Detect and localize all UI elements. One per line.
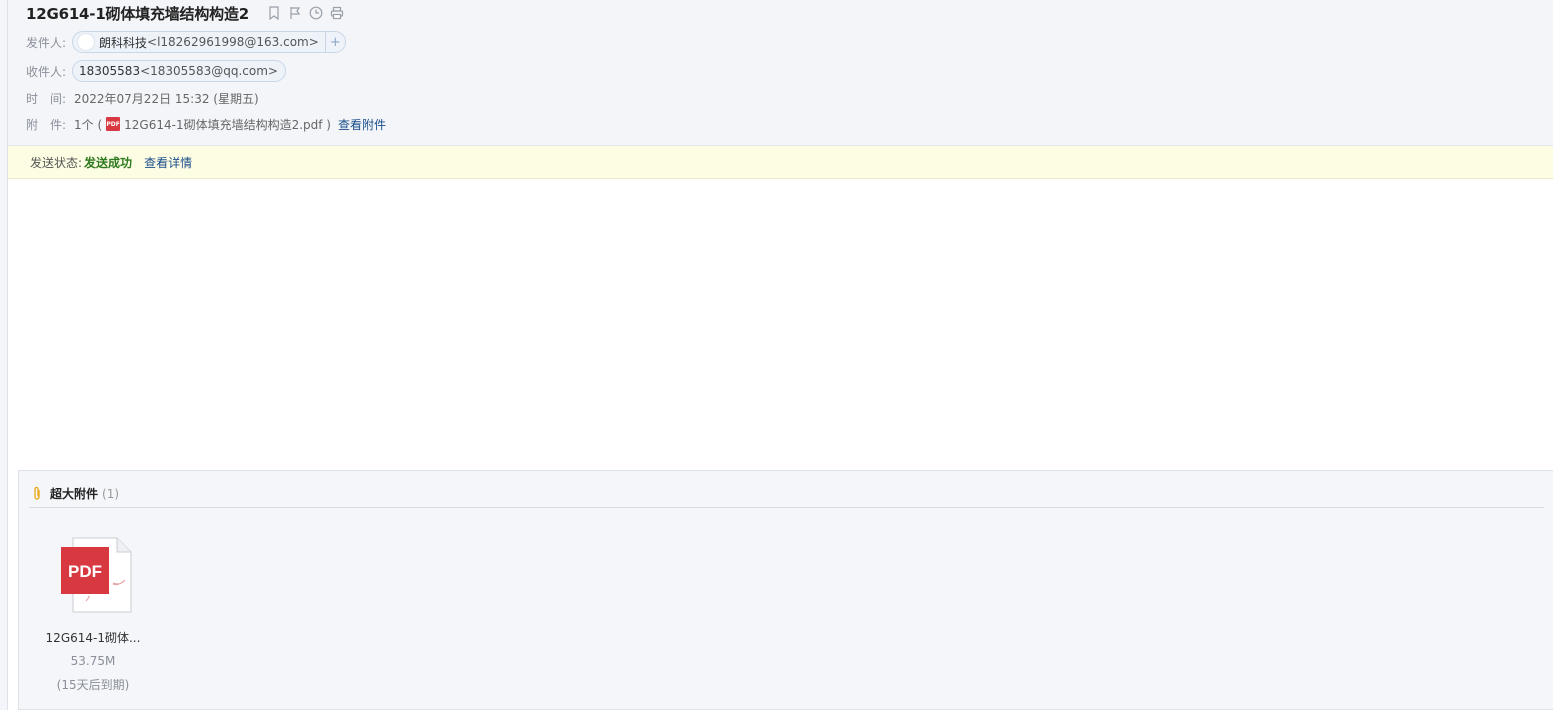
from-contact-pill[interactable]: 朗科科技 <l18262961998@163.com> +: [72, 31, 346, 53]
to-name: 18305583: [79, 64, 141, 78]
from-label: 发件人:: [26, 35, 67, 50]
big-attachment-title: 超大附件: [50, 487, 99, 501]
view-attachment-link[interactable]: 查看附件: [338, 116, 386, 133]
pdf-file-icon: PDF: [106, 117, 121, 131]
bookmark-icon[interactable]: [266, 6, 281, 21]
print-icon[interactable]: [329, 6, 344, 21]
mail-read-page: 12G614-1砌体填充墙结构构造2 发件人: 朗科科技 <l182629619…: [0, 0, 1553, 710]
flag-icon[interactable]: [287, 6, 302, 21]
attachment-label: 附 件:: [26, 117, 67, 132]
to-label: 收件人:: [26, 64, 67, 79]
subject-actions: [266, 6, 344, 21]
to-row: 收件人: 18305583 <18305583@qq.com>: [26, 60, 286, 82]
paperclip-icon: [31, 486, 43, 502]
from-address: <l18262961998@163.com>: [147, 35, 319, 49]
attachment-row: 附 件: 1个 ( PDF 12G614-1砌体填充墙结构构造2.pdf ) 查…: [26, 113, 386, 135]
pdf-badge-label: PDF: [68, 562, 102, 581]
attachment-size: 53.75M: [70, 654, 116, 668]
view-details-link[interactable]: 查看详情: [144, 154, 192, 171]
attachment-item[interactable]: PDF 12G614-1砌体... 53.75M (15天后到期): [43, 535, 143, 693]
time-label: 时 间:: [26, 91, 67, 106]
big-attachment-header: 超大附件 (1): [29, 480, 1544, 508]
send-status-label: 发送状态:: [30, 155, 83, 170]
to-address: <18305583@qq.com>: [140, 64, 278, 78]
big-attachment-panel: 超大附件 (1) PDF 12G614-1砌体... 53.75M (15天后到…: [18, 470, 1553, 710]
big-attachment-count: (1): [102, 486, 120, 501]
mail-header: 12G614-1砌体填充墙结构构造2 发件人: 朗科科技 <l182629619…: [8, 0, 1553, 146]
mail-subject: 12G614-1砌体填充墙结构构造2: [26, 4, 249, 23]
attachment-count: 1个 (: [74, 117, 103, 132]
from-row: 发件人: 朗科科技 <l18262961998@163.com> +: [26, 31, 346, 53]
avatar: [77, 33, 95, 51]
attachment-filename[interactable]: 12G614-1砌体填充墙结构构造2.pdf ): [124, 116, 331, 133]
to-contact-pill[interactable]: 18305583 <18305583@qq.com>: [72, 60, 286, 82]
time-row: 时 间: 2022年07月22日 15:32 (星期五): [26, 87, 259, 109]
add-contact-button[interactable]: +: [324, 31, 345, 53]
send-status-value: 发送成功: [84, 155, 133, 170]
pdf-file-icon[interactable]: PDF: [53, 535, 133, 615]
subject-row: 12G614-1砌体填充墙结构构造2: [26, 3, 344, 23]
time-value: 2022年07月22日 15:32 (星期五): [74, 91, 259, 106]
attachment-expiry: (15天后到期): [56, 678, 130, 692]
clock-icon[interactable]: [308, 6, 323, 21]
attachment-name[interactable]: 12G614-1砌体...: [43, 629, 143, 646]
from-name: 朗科科技: [99, 35, 148, 50]
send-status-bar: 发送状态: 发送成功 查看详情: [8, 146, 1553, 179]
